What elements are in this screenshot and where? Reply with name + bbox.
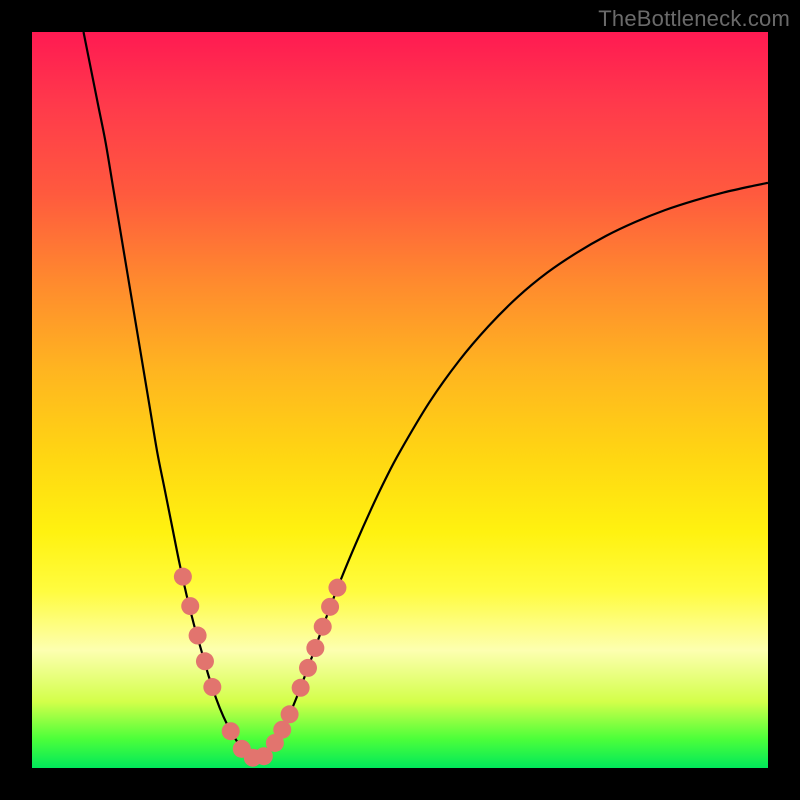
marker-point <box>174 568 192 586</box>
marker-point <box>306 639 324 657</box>
chart-frame: TheBottleneck.com <box>0 0 800 800</box>
marker-point <box>328 579 346 597</box>
marker-point <box>189 627 207 645</box>
marker-group <box>174 568 347 767</box>
marker-point <box>314 618 332 636</box>
marker-point <box>281 705 299 723</box>
plot-area <box>32 32 768 768</box>
marker-point <box>292 679 310 697</box>
curve-svg <box>32 32 768 768</box>
marker-point <box>273 721 291 739</box>
watermark-text: TheBottleneck.com <box>598 6 790 32</box>
marker-point <box>181 597 199 615</box>
marker-point <box>203 678 221 696</box>
marker-point <box>299 659 317 677</box>
marker-point <box>222 722 240 740</box>
marker-point <box>321 598 339 616</box>
marker-point <box>196 652 214 670</box>
bottleneck-curve <box>84 32 768 758</box>
